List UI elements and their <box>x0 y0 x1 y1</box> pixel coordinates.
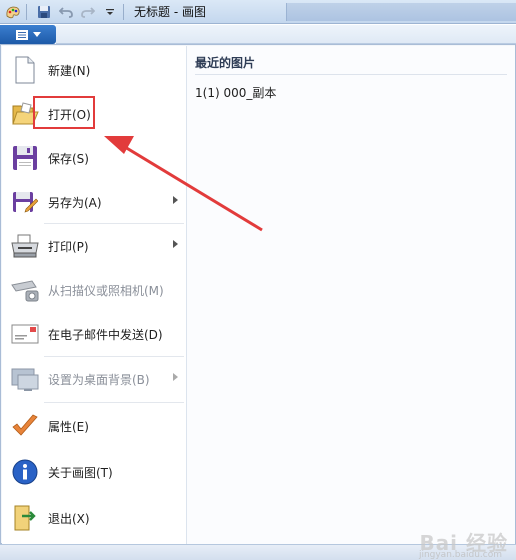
menu-item-from-scanner[interactable]: 从扫描仪或照相机(M) <box>2 268 186 312</box>
save-quick-icon[interactable] <box>35 3 53 21</box>
customize-toolbar-chevron-icon[interactable] <box>101 3 119 21</box>
submenu-arrow-icon <box>173 373 178 381</box>
recent-pictures-header: 最近的图片 <box>195 56 256 70</box>
submenu-arrow-icon <box>173 240 178 248</box>
annotation-highlight-box <box>33 96 95 129</box>
toolbar-separator <box>26 3 27 20</box>
exit-door-icon <box>10 503 40 533</box>
menu-item-label: 另存为(A) <box>48 195 102 210</box>
background-window-title <box>286 3 516 21</box>
window-title: 无标题 - 画图 <box>134 5 206 19</box>
printer-icon <box>10 231 40 261</box>
desktop-background-icon <box>10 364 40 394</box>
menu-separator <box>44 402 184 403</box>
menu-item-label: 属性(E) <box>48 419 89 434</box>
menu-item-save-as[interactable]: 另存为(A) <box>2 180 186 224</box>
recent-pictures-panel: 最近的图片 1(1) 000_副本 <box>186 46 515 544</box>
baidu-watermark-url: jingyan.baidu.com <box>418 550 502 560</box>
menu-item-save[interactable]: 保存(S) <box>2 136 186 180</box>
scanner-camera-icon <box>10 275 40 305</box>
menu-list-icon <box>16 29 28 40</box>
menu-item-properties[interactable]: 属性(E) <box>2 404 186 448</box>
menu-item-label: 关于画图(T) <box>48 465 113 480</box>
menu-item-label: 新建(N) <box>48 63 91 78</box>
menu-item-label: 在电子邮件中发送(D) <box>48 327 163 342</box>
paint-app-icon[interactable] <box>4 3 22 21</box>
email-envelope-icon <box>10 319 40 349</box>
quick-access-toolbar <box>0 0 128 24</box>
menu-item-label: 退出(X) <box>48 511 90 526</box>
chevron-down-icon <box>33 31 41 37</box>
new-document-icon <box>10 55 40 85</box>
ribbon-tab-strip <box>56 25 516 44</box>
menu-item-exit[interactable]: 退出(X) <box>2 496 186 540</box>
submenu-arrow-icon <box>173 196 178 204</box>
menu-item-set-desktop-background[interactable]: 设置为桌面背景(B) <box>2 357 186 401</box>
floppy-disk-icon <box>10 143 40 173</box>
menu-item-label: 从扫描仪或照相机(M) <box>48 283 164 298</box>
redo-icon[interactable] <box>79 3 97 21</box>
menu-item-about-paint[interactable]: 关于画图(T) <box>2 450 186 494</box>
menu-item-new[interactable]: 新建(N) <box>2 48 186 92</box>
menu-item-label: 保存(S) <box>48 151 89 166</box>
menu-item-label: 打印(P) <box>48 239 89 254</box>
checkmark-icon <box>10 411 40 441</box>
undo-icon[interactable] <box>57 3 75 21</box>
info-icon <box>10 457 40 487</box>
recent-picture-item[interactable]: 1(1) 000_副本 <box>195 84 276 101</box>
toolbar-separator <box>123 3 124 20</box>
recent-header-divider <box>195 74 507 75</box>
save-as-icon <box>10 187 40 217</box>
menu-item-print[interactable]: 打印(P) <box>2 224 186 268</box>
menu-item-label: 设置为桌面背景(B) <box>48 372 150 387</box>
menu-item-send-email[interactable]: 在电子邮件中发送(D) <box>2 312 186 356</box>
title-bar: 无标题 - 画图 <box>0 0 516 24</box>
paint-menu-button[interactable] <box>0 25 56 44</box>
